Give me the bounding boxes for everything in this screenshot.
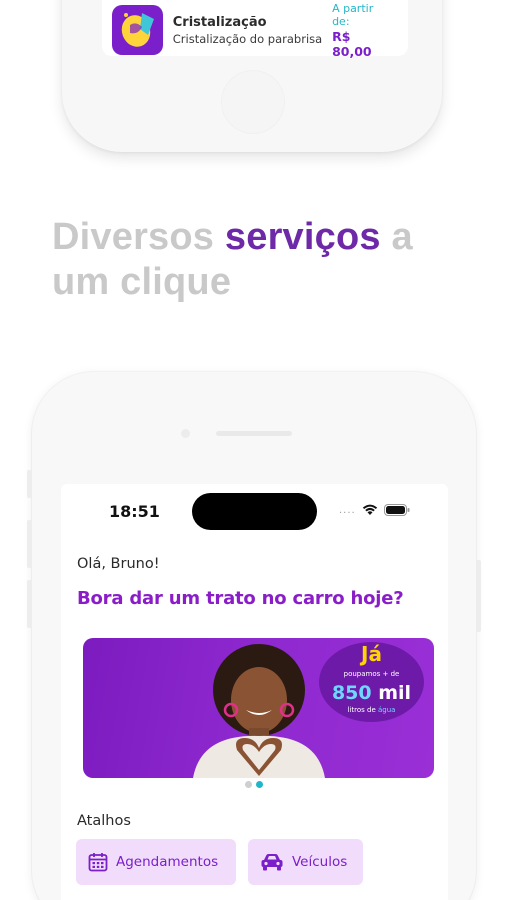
signal-dots-icon: .... — [339, 504, 356, 516]
headline-part2: a — [380, 216, 413, 258]
shortcuts-title: Atalhos — [77, 813, 131, 829]
service-description: Cristalização do parabrisa — [172, 31, 323, 46]
home-button — [221, 70, 285, 134]
dynamic-island — [192, 493, 317, 530]
marketing-headline: Diversos serviços a um clique — [52, 215, 452, 305]
service-title: Cristalização — [172, 14, 267, 30]
badge-line3-a: litros de — [347, 706, 379, 714]
shortcut-label-agendamentos: Agendamentos — [116, 854, 219, 870]
shortcut-agendamentos[interactable]: Agendamentos — [76, 839, 236, 885]
badge-line1: poupamos + de — [343, 670, 400, 678]
headline-accent: serviços — [224, 216, 381, 258]
headline-part1: Diversos — [52, 216, 225, 258]
car-icon — [261, 854, 283, 871]
badge-number-value: 850 — [331, 682, 372, 704]
status-time: 18:51 — [109, 502, 160, 521]
price-label: A partir de: — [332, 1, 374, 28]
wifi-icon — [362, 504, 377, 515]
side-button-mute — [27, 470, 32, 498]
service-text: Cristalização Cristalização do parabrisa — [173, 15, 332, 46]
side-button-volume-down — [27, 580, 32, 628]
battery-icon — [383, 504, 410, 516]
badge-number: 850 mil — [319, 682, 424, 704]
service-card-cristalizacao[interactable]: Cristalização Cristalização do parabrisa… — [106, 2, 404, 59]
carousel-indicator — [245, 781, 263, 788]
status-icons: .... — [339, 504, 410, 516]
speaker-grille — [216, 431, 292, 436]
carousel-dot[interactable] — [245, 781, 252, 788]
shortcut-label-veiculos: Veículos — [292, 854, 348, 870]
badge-number-unit: mil — [371, 682, 412, 704]
badge-title: Já — [361, 642, 382, 666]
headline-line2: um clique — [52, 261, 232, 303]
promo-banner[interactable]: Já poupamos + de 850 mil litros de água — [83, 638, 434, 778]
badge-line3-b: água — [378, 706, 396, 714]
price-value: R$ 80,00 — [332, 28, 372, 59]
service-price: A partir de: R$ 80,00 — [332, 2, 394, 59]
side-button-power — [476, 560, 481, 632]
calendar-icon — [88, 853, 108, 872]
app-screen: 18:51 .... Olá, Bruno! Bora dar um trato… — [61, 484, 448, 900]
side-button-volume-up — [27, 520, 32, 568]
camera-icon — [181, 429, 190, 438]
water-savings-badge: Já poupamos + de 850 mil litros de água — [319, 642, 424, 722]
shortcut-veiculos[interactable]: Veículos — [248, 839, 363, 885]
badge-line3: litros de água — [319, 706, 424, 714]
carousel-dot-active[interactable] — [256, 781, 263, 788]
greeting-text: Olá, Bruno! — [77, 556, 160, 572]
subtitle-text: Bora dar um trato no carro hoje? — [77, 588, 404, 609]
windshield-service-icon — [112, 5, 163, 55]
